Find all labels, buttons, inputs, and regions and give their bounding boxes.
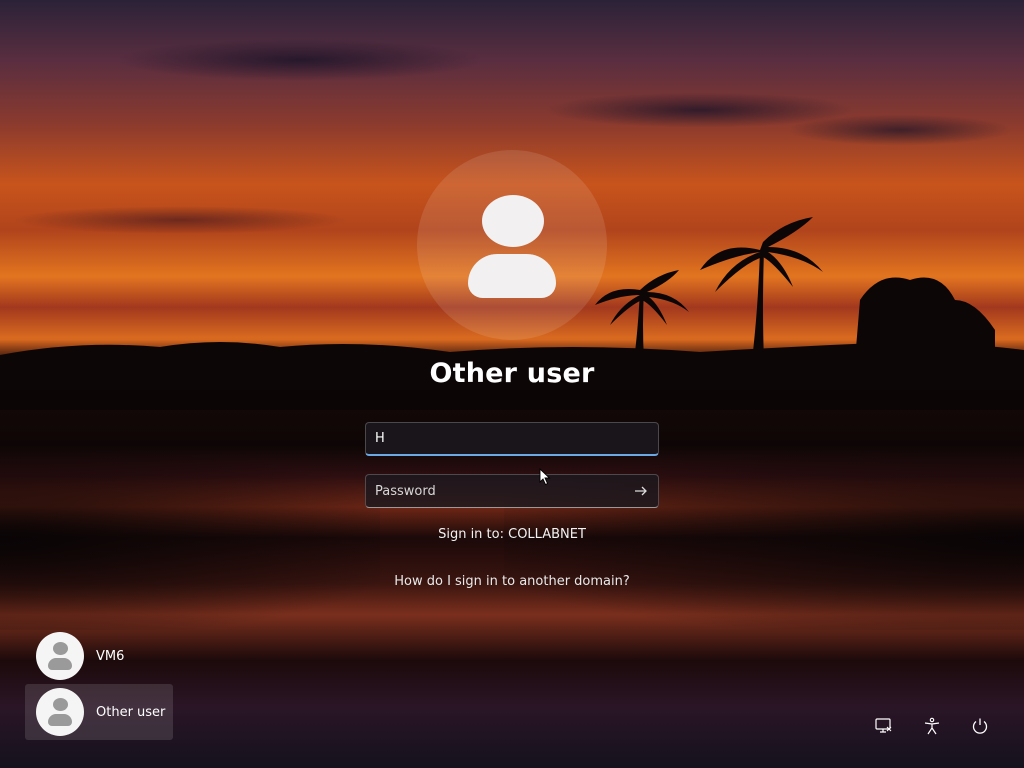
power-icon[interactable] <box>966 712 994 740</box>
domain-help-link[interactable]: How do I sign in to another domain? <box>0 574 1024 589</box>
username-input[interactable] <box>366 423 658 454</box>
user-icon <box>36 688 84 736</box>
arrow-right-icon[interactable] <box>630 481 652 501</box>
user-icon-body <box>468 254 556 298</box>
password-field[interactable] <box>365 474 659 508</box>
network-icon[interactable] <box>870 712 898 740</box>
password-input[interactable] <box>366 475 628 507</box>
user-tile-vm6[interactable]: VM6 <box>25 628 173 684</box>
accessibility-icon[interactable] <box>918 712 946 740</box>
account-title: Other user <box>429 358 595 389</box>
user-icon-head <box>482 195 544 247</box>
user-icon <box>36 632 84 680</box>
user-tile-label: Other user <box>96 704 166 720</box>
username-field[interactable] <box>365 422 659 456</box>
mouse-cursor-icon <box>539 468 551 486</box>
user-tile-label: VM6 <box>96 648 125 664</box>
user-avatar-large <box>417 150 607 340</box>
user-tile-other-user[interactable]: Other user <box>25 684 173 740</box>
sign-in-domain-text: Sign in to: COLLABNET <box>438 527 586 542</box>
